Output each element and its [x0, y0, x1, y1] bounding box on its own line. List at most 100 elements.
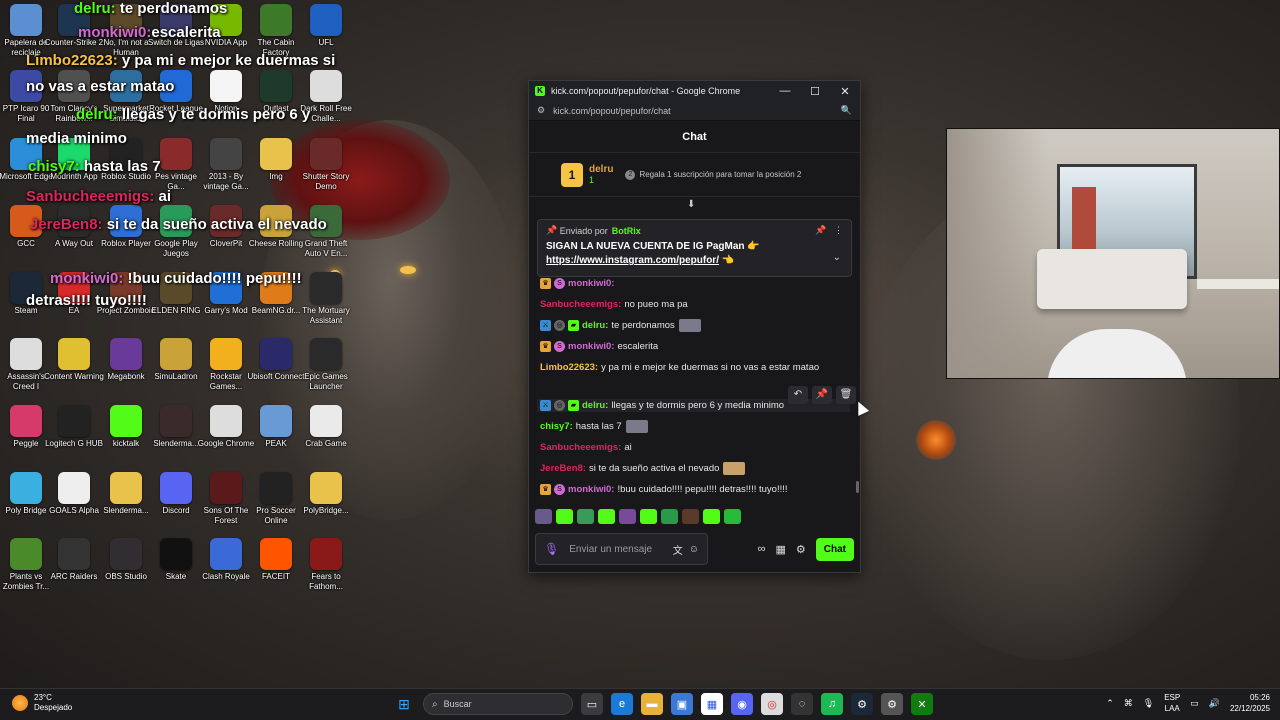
- chat-username[interactable]: Sanbucheeemigs:: [540, 441, 621, 454]
- edge-icon[interactable]: e: [611, 693, 633, 715]
- store-icon[interactable]: ▣: [671, 693, 693, 715]
- crown-badge-icon[interactable]: ♛: [540, 278, 551, 289]
- chat-message[interactable]: chisy7: hasta las 7: [540, 420, 850, 433]
- gift-username[interactable]: delru: [589, 164, 613, 175]
- chat-message[interactable]: Sanbucheeemigs: ai: [540, 441, 850, 454]
- chat-username[interactable]: Sanbucheeemigs:: [540, 298, 621, 311]
- zoom-icon[interactable]: 🔍: [841, 105, 852, 116]
- emote[interactable]: [577, 509, 594, 524]
- language-indicator[interactable]: ESP LAA: [1164, 692, 1180, 714]
- windows-start-icon[interactable]: ⊞: [393, 693, 415, 715]
- taskbar-search[interactable]: ⌕ Buscar: [423, 693, 573, 715]
- chat-username[interactable]: delru:: [582, 319, 608, 332]
- chat-username[interactable]: monkiwi0:: [568, 483, 614, 496]
- chrome-icon[interactable]: ◎: [761, 693, 783, 715]
- sub-badge-icon[interactable]: S: [554, 278, 565, 289]
- crown-badge-icon[interactable]: ♛: [540, 484, 551, 495]
- chat-username[interactable]: chisy7:: [540, 420, 573, 433]
- scroll-down-icon[interactable]: ⬇: [687, 199, 695, 210]
- vip-badge-icon[interactable]: ◎: [554, 400, 565, 411]
- maximize-button[interactable]: ☐: [800, 85, 830, 98]
- emote[interactable]: [723, 462, 746, 475]
- emote[interactable]: [678, 319, 701, 332]
- chat-username[interactable]: monkiwi0:: [568, 277, 614, 290]
- chat-message[interactable]: Sanbucheeemigs: no pueo ma pa: [540, 298, 850, 311]
- url-text[interactable]: kick.com/popout/pepufor/chat: [553, 106, 841, 116]
- gift-prompt[interactable]: 2 Regala 1 suscripción para tomar la pos…: [625, 169, 801, 180]
- volume-icon[interactable]: 🔊: [1209, 698, 1220, 709]
- settings-gear-icon[interactable]: ⚙: [796, 543, 806, 556]
- more-options-icon[interactable]: ⋮: [834, 225, 843, 236]
- steam-icon[interactable]: ⚙: [851, 693, 873, 715]
- emote[interactable]: [625, 420, 648, 433]
- chat-message[interactable]: ⚔ ◎ ▰ delru: te perdonamos: [540, 319, 850, 332]
- obs-icon[interactable]: ◌: [791, 693, 813, 715]
- crown-badge-icon[interactable]: ♛: [540, 341, 551, 352]
- xbox-icon[interactable]: ✕: [911, 693, 933, 715]
- emote[interactable]: [535, 509, 552, 524]
- chat-username[interactable]: JereBen8:: [540, 462, 586, 475]
- network-icon[interactable]: ⌘: [1124, 698, 1133, 709]
- minimize-button[interactable]: —: [770, 85, 800, 97]
- desktop-icon[interactable]: GOALS Alpha: [44, 472, 104, 516]
- chat-message[interactable]: Limbo22623: y pa mi e mejor ke duermas si…: [540, 361, 850, 374]
- weather-widget[interactable]: 23°C Despejado: [12, 693, 72, 713]
- gift-user[interactable]: delru 1: [589, 164, 613, 185]
- close-button[interactable]: ✕: [830, 85, 860, 98]
- address-bar[interactable]: ⚙ kick.com/popout/pepufor/chat 🔍: [529, 101, 860, 121]
- chat-username[interactable]: delru:: [582, 399, 608, 412]
- chevron-up-icon[interactable]: ⌃: [1106, 698, 1114, 709]
- vip-badge-icon[interactable]: ◎: [554, 320, 565, 331]
- task-view-icon[interactable]: ▭: [581, 693, 603, 715]
- chat-username[interactable]: Limbo22623:: [540, 361, 598, 374]
- emote[interactable]: [640, 509, 657, 524]
- chevron-down-icon[interactable]: ⌄: [833, 252, 841, 263]
- desktop-icon[interactable]: Content Warning: [44, 338, 104, 382]
- desktop-icon[interactable]: Fears to Fathom...: [296, 538, 356, 592]
- settings-icon[interactable]: ⚙: [881, 693, 903, 715]
- spotify-icon[interactable]: ♫: [821, 693, 843, 715]
- microphone-icon[interactable]: 🎙: [1143, 698, 1154, 709]
- desktop-icon[interactable]: Crab Game: [296, 405, 356, 449]
- emote[interactable]: [556, 509, 573, 524]
- delete-icon[interactable]: 🗑: [836, 386, 856, 404]
- emote[interactable]: [598, 509, 615, 524]
- calendar-icon[interactable]: ▦: [701, 693, 723, 715]
- pinned-message[interactable]: 📌 Enviado por BotRix 📌 ⋮ SIGAN LA NUEVA …: [537, 219, 852, 277]
- chat-message[interactable]: ♛ Smonkiwi0:: [540, 277, 850, 290]
- pinned-bot-name[interactable]: BotRix: [612, 226, 641, 236]
- chrome-chat-window[interactable]: K kick.com/popout/pepufor/chat - Google …: [528, 80, 861, 573]
- green-badge-icon[interactable]: ▰: [568, 400, 579, 411]
- emote[interactable]: [682, 509, 699, 524]
- desktop-icon[interactable]: UFL: [296, 4, 356, 48]
- mod-badge-icon[interactable]: ⚔: [540, 400, 551, 411]
- emote[interactable]: [724, 509, 741, 524]
- sub-badge-icon[interactable]: S: [554, 484, 565, 495]
- translate-icon[interactable]: 文: [673, 542, 683, 557]
- display-icon[interactable]: ▭: [1190, 698, 1199, 709]
- green-badge-icon[interactable]: ▰: [568, 320, 579, 331]
- points-icon[interactable]: ∞: [758, 543, 766, 555]
- chat-message[interactable]: ♛ Smonkiwi0: !buu cuidado!!!! pepu!!!! det…: [540, 483, 850, 496]
- emoji-icon[interactable]: ☺: [689, 544, 699, 555]
- emote[interactable]: [703, 509, 720, 524]
- desktop-icon[interactable]: ARC Raiders: [44, 538, 104, 582]
- site-info-icon[interactable]: ⚙: [537, 105, 545, 116]
- emote[interactable]: [661, 509, 678, 524]
- search-placeholder[interactable]: Buscar: [444, 699, 472, 709]
- emote[interactable]: [619, 509, 636, 524]
- desktop-icon[interactable]: PolyBridge...: [296, 472, 356, 516]
- window-titlebar[interactable]: K kick.com/popout/pepufor/chat - Google …: [529, 81, 860, 101]
- send-chat-button[interactable]: Chat: [815, 537, 854, 561]
- sub-badge-icon[interactable]: S: [554, 341, 565, 352]
- file-explorer-icon[interactable]: ▬: [641, 693, 663, 715]
- desktop-icon[interactable]: Epic Games Launcher: [296, 338, 356, 392]
- discord-icon[interactable]: ◉: [731, 693, 753, 715]
- chat-message[interactable]: ♛ Smonkiwi0: escalerita: [540, 340, 850, 353]
- desktop-icon[interactable]: The Mortuary Assistant: [296, 272, 356, 326]
- microphone-icon[interactable]: 🎙: [544, 542, 559, 556]
- desktop-icon[interactable]: Logitech G HUB: [44, 405, 104, 449]
- chat-username[interactable]: monkiwi0:: [568, 340, 614, 353]
- reply-icon[interactable]: ↶: [788, 386, 808, 404]
- unpin-icon[interactable]: 📌: [815, 225, 826, 236]
